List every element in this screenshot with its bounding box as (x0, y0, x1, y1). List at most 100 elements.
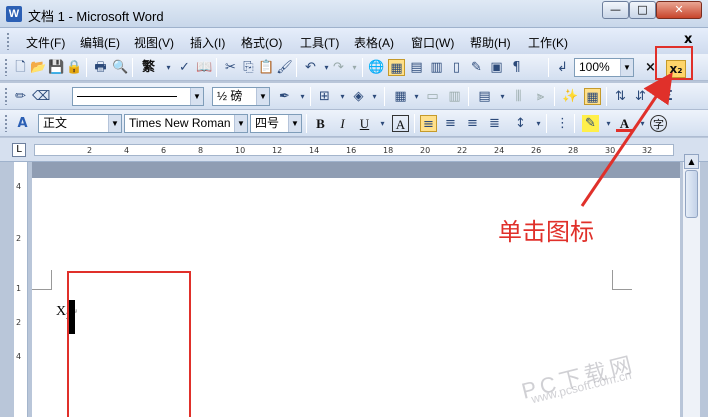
split-cells-icon[interactable]: ▥ (446, 88, 463, 105)
style-dropdown-icon[interactable]: ▼ (108, 115, 121, 132)
redo-icon[interactable]: ↷ (330, 59, 347, 76)
border-icon[interactable]: ⊞ (316, 88, 333, 105)
distribute-rows-icon[interactable]: ⫼ (510, 88, 527, 105)
font-color-dropdown-icon[interactable]: ▾ (634, 115, 651, 132)
menu-item[interactable]: 工具(T) (300, 34, 339, 51)
show-gridlines-icon[interactable]: ▦ (584, 88, 601, 105)
show-hide-icon[interactable]: ¶ (508, 59, 525, 76)
new-doc-icon[interactable]: 🗋 (12, 59, 29, 76)
shading-icon[interactable]: ◈ (350, 88, 367, 105)
line-spacing-dropdown-icon[interactable]: ▾ (530, 115, 547, 132)
research-icon[interactable]: 📖 (196, 59, 213, 76)
toolbar-grip-handle[interactable] (4, 114, 8, 132)
traditional-dropdown-icon[interactable]: ▾ (160, 59, 177, 76)
merge-cells-icon[interactable]: ▭ (424, 88, 441, 105)
menu-item[interactable]: 文件(F) (26, 34, 65, 51)
read-icon[interactable]: ↲ (554, 59, 571, 76)
minimize-button[interactable]: — (602, 1, 629, 19)
font-size-dropdown-icon[interactable]: ▼ (288, 115, 301, 132)
vertical-ruler[interactable]: 4 2 1 2 4 (14, 162, 28, 417)
traditional-chinese-icon[interactable]: 繁 (140, 59, 157, 76)
hyperlink-icon[interactable]: 🌐 (368, 59, 385, 76)
undo-icon[interactable]: ↶ (302, 59, 319, 76)
menubar-grip-handle[interactable] (6, 32, 10, 50)
numbering-icon[interactable]: ⋮ (554, 115, 571, 132)
menu-item[interactable]: 编辑(E) (80, 34, 120, 51)
drawing-icon[interactable]: ✎ (468, 59, 485, 76)
toolbar-grip-handle[interactable] (4, 58, 8, 76)
style-combo[interactable]: 正文 ▼ (38, 114, 122, 133)
autoformat-icon[interactable]: ✨ (562, 88, 579, 105)
maximize-button[interactable]: □ (629, 1, 656, 19)
align-left-button[interactable]: ≡ (420, 115, 437, 132)
underline-dropdown-icon[interactable]: ▾ (374, 115, 391, 132)
horizontal-ruler[interactable]: L 2 4 6 8 10 12 14 16 18 20 22 24 26 28 30 32 (0, 138, 708, 162)
highlight-icon[interactable]: ✎ (582, 115, 599, 132)
menu-item[interactable]: 帮助(H) (470, 34, 511, 51)
font-dropdown-icon[interactable]: ▼ (234, 115, 247, 132)
toolbar-grip-handle[interactable] (4, 87, 8, 105)
menu-item[interactable]: 视图(V) (134, 34, 174, 51)
underline-button[interactable]: U (356, 115, 373, 132)
menu-item[interactable]: 工作(K) (528, 34, 568, 51)
distribute-columns-icon[interactable]: ⫸ (532, 88, 549, 105)
scrollbar-thumb[interactable] (685, 170, 698, 218)
sort-ascending-icon[interactable]: ⇅ (612, 88, 629, 105)
menu-item[interactable]: 表格(A) (354, 34, 394, 51)
redo-dropdown-icon[interactable]: ▾ (346, 59, 363, 76)
phonetic-guide-button[interactable]: 字 (650, 115, 667, 132)
insert-table-grid-icon[interactable]: ▦ (392, 88, 409, 105)
menu-item[interactable]: 插入(I) (190, 34, 225, 51)
eraser-icon[interactable]: ⌫ (32, 88, 50, 105)
tab-selector[interactable]: L (12, 143, 26, 157)
open-icon[interactable]: 📂 (30, 59, 47, 76)
border-color-icon[interactable]: ✒ (276, 88, 293, 105)
menu-item[interactable]: 格式(O) (241, 34, 282, 51)
line-style-combo[interactable]: ▼ (72, 87, 204, 106)
bold-button[interactable]: B (312, 115, 329, 132)
insert-table-icon[interactable]: ▤ (408, 59, 425, 76)
columns-icon[interactable]: ▯ (448, 59, 465, 76)
highlight-dropdown-icon[interactable]: ▾ (600, 115, 617, 132)
line-style-dropdown-icon[interactable]: ▼ (190, 88, 203, 105)
font-size-combo[interactable]: 四号 ▼ (250, 114, 302, 133)
draw-table-icon[interactable]: ✏ (12, 88, 29, 105)
vertical-scrollbar[interactable]: ▲ (682, 154, 700, 417)
tables-borders-icon[interactable]: ▦ (388, 59, 405, 76)
close-button[interactable]: ✕ (656, 1, 702, 19)
zoom-combo[interactable]: 100% ▼ (574, 58, 634, 77)
styles-formatting-icon[interactable]: A (14, 115, 31, 132)
cut-icon[interactable]: ✂ (222, 59, 239, 76)
align-center-button[interactable]: ≡ (442, 115, 459, 132)
border-color-dropdown-icon[interactable]: ▾ (294, 88, 311, 105)
insert-excel-icon[interactable]: ▥ (428, 59, 445, 76)
zoom-dropdown-icon[interactable]: ▼ (620, 59, 633, 76)
justify-button[interactable]: ≣ (486, 115, 503, 132)
paste-icon[interactable]: 📋 (258, 59, 275, 76)
save-icon[interactable]: 💾 (48, 59, 65, 76)
sort-descending-icon[interactable]: ⇵ (632, 88, 649, 105)
word-app-icon[interactable]: W (6, 6, 22, 22)
copy-icon[interactable]: ⎘ (240, 59, 257, 76)
font-color-button[interactable]: A (616, 115, 633, 132)
document-close-button[interactable]: x (684, 32, 692, 47)
format-painter-icon[interactable]: 🖌 (276, 59, 293, 76)
insert-table-dropdown-icon[interactable]: ▾ (408, 88, 425, 105)
line-weight-combo[interactable]: ½ 磅 ▼ (212, 87, 270, 106)
menu-item[interactable]: 窗口(W) (411, 34, 454, 51)
ruler-track[interactable]: 2 4 6 8 10 12 14 16 18 20 22 24 26 28 30 32 (34, 144, 674, 156)
character-border-button[interactable]: A (392, 115, 409, 132)
italic-button[interactable]: I (334, 115, 351, 132)
scroll-up-button[interactable]: ▲ (684, 154, 699, 169)
spell-check-icon[interactable]: ✓ (176, 59, 193, 76)
permission-icon[interactable]: 🔒 (66, 59, 83, 76)
font-combo[interactable]: Times New Roman ▼ (124, 114, 248, 133)
print-icon[interactable]: 🖶 (92, 59, 109, 76)
line-spacing-icon[interactable]: ↕ (512, 115, 529, 132)
align-right-button[interactable]: ≡ (464, 115, 481, 132)
autosum-icon[interactable]: Σ (660, 88, 677, 105)
align-cell-dropdown-icon[interactable]: ▾ (494, 88, 511, 105)
document-map-icon[interactable]: ▣ (488, 59, 505, 76)
print-preview-icon[interactable]: 🔍 (112, 59, 129, 76)
border-dropdown-icon[interactable]: ▾ (334, 88, 351, 105)
